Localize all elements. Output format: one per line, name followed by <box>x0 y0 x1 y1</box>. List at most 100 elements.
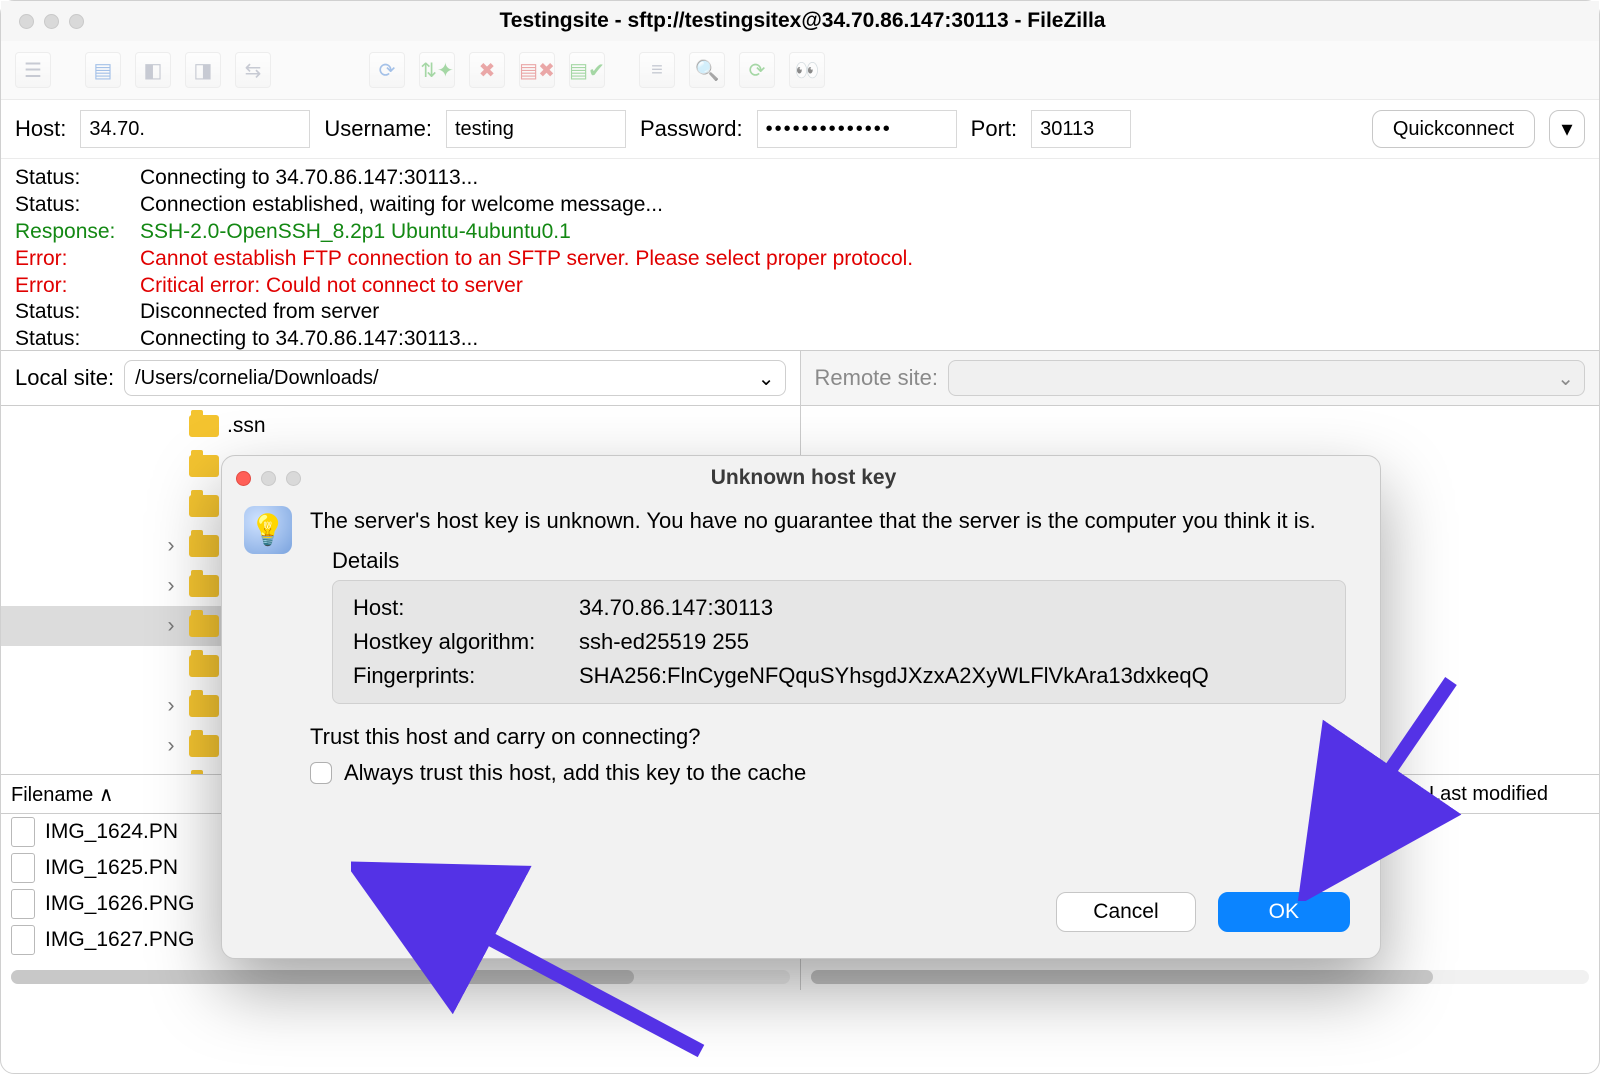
folder-icon <box>189 415 219 437</box>
log-text: Connecting to 34.70.86.147:30113... <box>140 326 478 351</box>
disclosure-icon[interactable]: › <box>161 614 181 638</box>
log-text: Disconnected from server <box>140 299 379 326</box>
dialog-minimize-icon <box>261 471 276 486</box>
window-close-icon[interactable] <box>19 14 34 29</box>
quickconnect-bar: Host: Username: Password: Port: Quickcon… <box>1 99 1599 159</box>
file-icon <box>11 817 35 847</box>
folder-icon <box>189 495 219 517</box>
reconnect-icon[interactable]: ▤✔ <box>569 52 605 88</box>
folder-icon <box>189 535 219 557</box>
log-row: Error:Cannot establish FTP connection to… <box>15 246 1585 273</box>
window-zoom-icon[interactable] <box>69 14 84 29</box>
ok-button[interactable]: OK <box>1218 892 1350 932</box>
log-label: Response: <box>15 219 140 246</box>
horizontal-scrollbar[interactable] <box>11 970 790 984</box>
site-path-bar: Local site: /Users/cornelia/Downloads/ ⌄… <box>1 351 1599 405</box>
unknown-host-key-dialog: Unknown host key 💡 The server's host key… <box>221 455 1381 959</box>
details-box: Host: 34.70.86.147:30113 Hostkey algorit… <box>332 580 1346 704</box>
disclosure-icon[interactable]: › <box>161 734 181 758</box>
binoculars-icon[interactable]: 👀 <box>789 52 825 88</box>
toggle-tree-icon[interactable]: ◧ <box>135 52 171 88</box>
folder-icon <box>189 655 219 677</box>
filter-icon[interactable]: ≡ <box>639 52 675 88</box>
local-site-value: /Users/cornelia/Downloads/ <box>135 367 378 390</box>
password-input[interactable] <box>757 110 957 148</box>
sync-icon[interactable]: ⟳ <box>739 52 775 88</box>
dialog-message: The server's host key is unknown. You ha… <box>310 506 1346 536</box>
log-row: Status:Connecting to 34.70.86.147:30113.… <box>15 165 1585 192</box>
disclosure-icon[interactable]: › <box>161 534 181 558</box>
port-input[interactable] <box>1031 110 1131 148</box>
traffic-lights <box>19 14 84 29</box>
always-trust-label: Always trust this host, add this key to … <box>344 760 806 786</box>
algo-value: ssh-ed25519 255 <box>579 629 1325 655</box>
toggle-log-icon[interactable]: ▤ <box>85 52 121 88</box>
log-row: Error:Critical error: Could not connect … <box>15 273 1585 300</box>
log-text: SSH-2.0-OpenSSH_8.2p1 Ubuntu-4ubuntu0.1 <box>140 219 571 246</box>
dialog-close-icon[interactable] <box>236 471 251 486</box>
log-label: Status: <box>15 192 140 219</box>
tree-item[interactable]: .ssn <box>1 406 800 446</box>
log-label: Status: <box>15 165 140 192</box>
log-row: Status:Connection established, waiting f… <box>15 192 1585 219</box>
cancel-button[interactable]: Cancel <box>1056 892 1195 932</box>
file-icon <box>11 853 35 883</box>
titlebar: Testingsite - sftp://testingsitex@34.70.… <box>1 1 1599 41</box>
always-trust-checkbox[interactable] <box>310 762 332 784</box>
refresh-icon[interactable]: ⟳ <box>369 52 405 88</box>
disclosure-icon[interactable]: › <box>161 694 181 718</box>
window-title: Testingsite - sftp://testingsitex@34.70.… <box>84 9 1521 33</box>
algo-label: Hostkey algorithm: <box>353 629 573 655</box>
host-value: 34.70.86.147:30113 <box>579 595 1325 621</box>
port-label: Port: <box>971 116 1017 142</box>
cancel-icon[interactable]: ✖ <box>469 52 505 88</box>
log-text: Critical error: Could not connect to ser… <box>140 273 523 300</box>
hint-icon: 💡 <box>244 506 292 554</box>
file-icon <box>11 925 35 955</box>
log-label: Error: <box>15 246 140 273</box>
log-text: Connection established, waiting for welc… <box>140 192 663 219</box>
disclosure-icon[interactable]: › <box>161 574 181 598</box>
chevron-down-icon: ⌄ <box>758 366 775 391</box>
disconnect-icon[interactable]: ▤✖ <box>519 52 555 88</box>
details-label: Details <box>310 548 1346 574</box>
username-input[interactable] <box>446 110 626 148</box>
tree-item-label: .ssn <box>227 414 266 438</box>
log-row: Response:SSH-2.0-OpenSSH_8.2p1 Ubuntu-4u… <box>15 219 1585 246</box>
dialog-title: Unknown host key <box>301 466 1306 490</box>
username-label: Username: <box>324 116 432 142</box>
site-manager-icon[interactable]: ☰ <box>15 52 51 88</box>
process-queue-icon[interactable]: ⇅✦ <box>419 52 455 88</box>
search-icon[interactable]: 🔍 <box>689 52 725 88</box>
folder-icon <box>189 615 219 637</box>
password-label: Password: <box>640 116 743 142</box>
window-minimize-icon[interactable] <box>44 14 59 29</box>
remote-site-combobox[interactable]: ⌄ <box>948 360 1585 396</box>
fingerprint-value: SHA256:FlnCygeNFQquSYhsgdJXzxA2XyWLFlVkA… <box>579 663 1325 689</box>
toggle-queue-icon[interactable]: ⇆ <box>235 52 271 88</box>
horizontal-scrollbar[interactable] <box>811 970 1590 984</box>
fingerprint-label: Fingerprints: <box>353 663 573 689</box>
chevron-down-icon: ⌄ <box>1557 366 1574 391</box>
log-text: Cannot establish FTP connection to an SF… <box>140 246 913 273</box>
quickconnect-dropdown[interactable]: ▾ <box>1549 110 1585 148</box>
remote-site-label: Remote site: <box>815 365 939 391</box>
folder-icon <box>189 735 219 757</box>
toggle-remote-tree-icon[interactable]: ◨ <box>185 52 221 88</box>
log-row: Status:Connecting to 34.70.86.147:30113.… <box>15 326 1585 351</box>
message-log: Status:Connecting to 34.70.86.147:30113.… <box>1 159 1599 351</box>
quickconnect-button[interactable]: Quickconnect <box>1372 110 1535 148</box>
trust-question: Trust this host and carry on connecting? <box>310 724 1346 750</box>
log-label: Error: <box>15 273 140 300</box>
folder-icon <box>189 695 219 717</box>
log-row: Status:Disconnected from server <box>15 299 1585 326</box>
folder-icon <box>189 575 219 597</box>
col-last-modified[interactable]: Last modified <box>1419 783 1599 806</box>
log-label: Status: <box>15 299 140 326</box>
local-site-combobox[interactable]: /Users/cornelia/Downloads/ ⌄ <box>124 360 785 396</box>
host-input[interactable] <box>80 110 310 148</box>
host-label: Host: <box>15 116 66 142</box>
toolbar: ☰ ▤ ◧ ◨ ⇆ ⟳ ⇅✦ ✖ ▤✖ ▤✔ ≡ 🔍 ⟳ 👀 <box>1 41 1599 99</box>
host-label: Host: <box>353 595 573 621</box>
dialog-zoom-icon <box>286 471 301 486</box>
